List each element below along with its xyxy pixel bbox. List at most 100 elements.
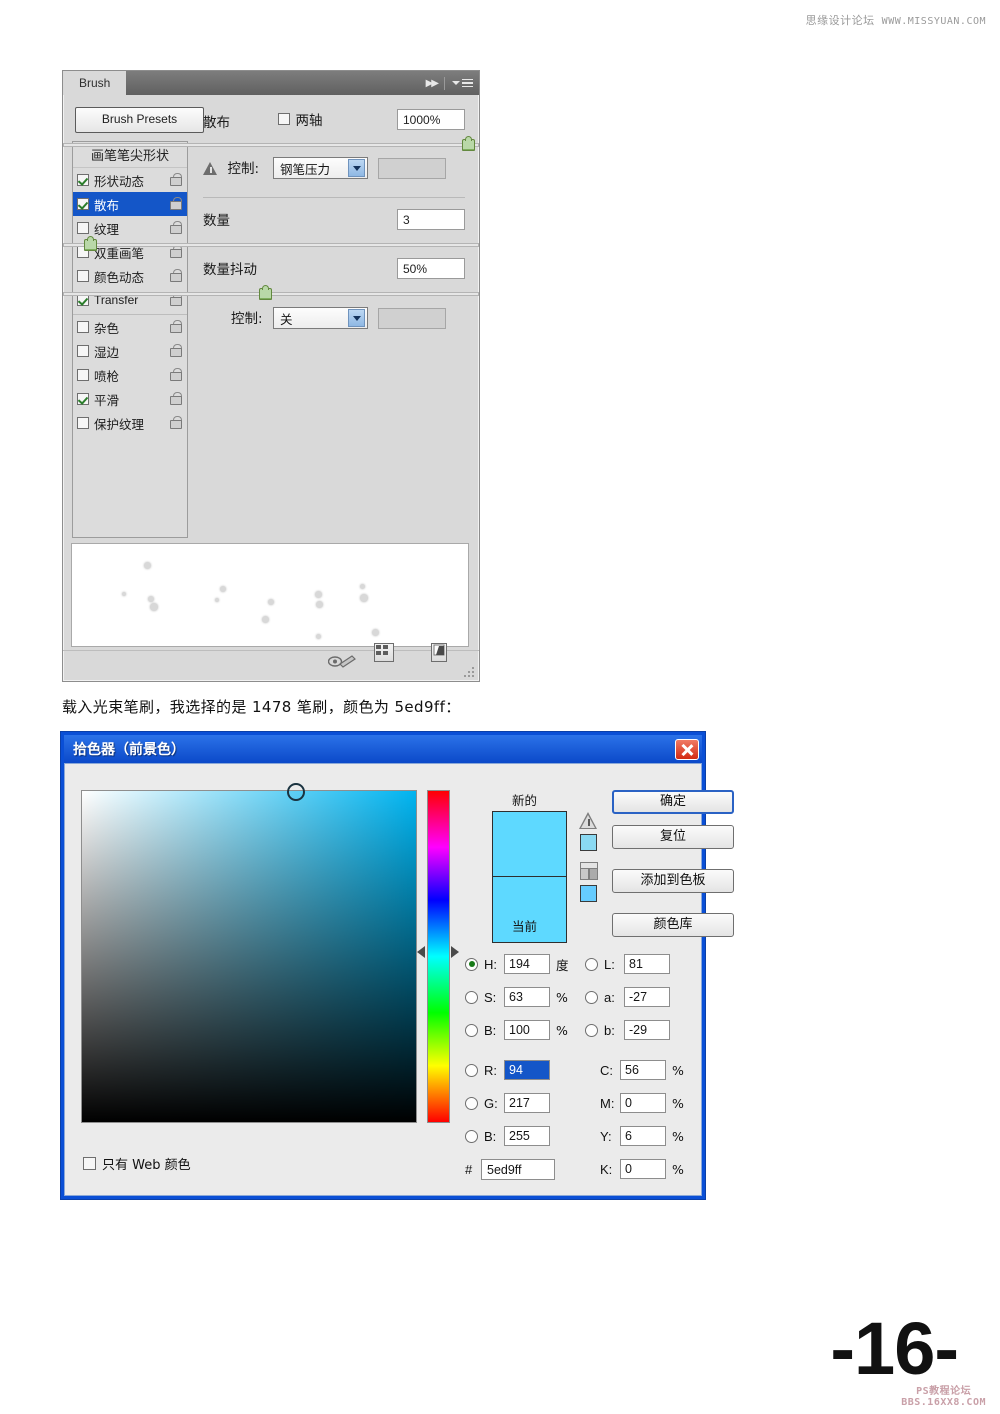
black-input[interactable]: 0: [620, 1159, 666, 1179]
brush-presets-button[interactable]: Brush Presets: [75, 107, 204, 133]
both-axes-toggle[interactable]: 两轴: [278, 109, 322, 129]
lock-icon[interactable]: [170, 416, 182, 429]
sb-cursor-ring[interactable]: [287, 783, 305, 801]
lock-icon[interactable]: [170, 173, 182, 186]
cyan-input[interactable]: 56: [620, 1060, 666, 1080]
gamut-substitute-swatch[interactable]: [580, 834, 597, 851]
yellow-input[interactable]: 6: [620, 1126, 666, 1146]
red-input[interactable]: 94: [504, 1060, 550, 1080]
checkbox-checked-icon[interactable]: [77, 174, 89, 186]
control-dropdown-pen-pressure[interactable]: 钢笔压力: [273, 157, 368, 179]
hsb-row-h[interactable]: H: 194 度: [465, 954, 569, 974]
close-icon[interactable]: [675, 738, 699, 760]
brush-option-row[interactable]: 颜色动态: [73, 264, 187, 288]
color-libraries-button[interactable]: 颜色库: [612, 913, 734, 937]
checkbox-icon[interactable]: [77, 369, 89, 381]
checkbox-icon[interactable]: [83, 1157, 96, 1170]
checkbox-icon[interactable]: [77, 417, 89, 429]
rgb-row-g[interactable]: G: 217: [465, 1093, 550, 1113]
checkbox-icon[interactable]: [77, 321, 89, 333]
checkbox-checked-icon[interactable]: [77, 198, 89, 210]
saturation-input[interactable]: 63: [504, 987, 550, 1007]
cmyk-row-k[interactable]: K: 0 %: [600, 1159, 684, 1179]
radio-icon[interactable]: [465, 1063, 478, 1077]
radio-icon[interactable]: [465, 1096, 478, 1110]
brush-option-row[interactable]: 保护纹理: [73, 411, 187, 435]
collapse-chevrons-icon[interactable]: ▶▶: [426, 78, 439, 89]
count-slider[interactable]: [63, 236, 479, 251]
brush-option-row[interactable]: 散布: [73, 192, 187, 216]
hsb-row-b[interactable]: B: 100 %: [465, 1020, 568, 1040]
brush-option-row[interactable]: 形状动态: [73, 168, 187, 192]
brush-option-row[interactable]: 湿边: [73, 339, 187, 363]
lab-row-a[interactable]: a: -27: [585, 987, 670, 1007]
brush-toggle-icon[interactable]: [327, 654, 356, 674]
brush-option-row[interactable]: 平滑: [73, 387, 187, 411]
radio-icon[interactable]: [585, 957, 598, 971]
rgb-row-r[interactable]: R: 94: [465, 1060, 550, 1080]
hue-slider[interactable]: [427, 790, 450, 1123]
hue-input[interactable]: 194: [504, 954, 550, 974]
lock-icon[interactable]: [170, 368, 182, 381]
add-to-swatches-button[interactable]: 添加到色板: [612, 869, 734, 893]
chevron-down-icon[interactable]: [348, 309, 365, 327]
scatter-slider[interactable]: [63, 136, 479, 151]
checkbox-icon[interactable]: [77, 270, 89, 282]
brush-option-row[interactable]: 喷枪: [73, 363, 187, 387]
ok-button[interactable]: 确定: [612, 790, 734, 814]
radio-icon[interactable]: [465, 990, 478, 1004]
panel-menu-icon[interactable]: [452, 78, 473, 88]
preset-grid-icon[interactable]: [374, 643, 395, 662]
radio-icon[interactable]: [585, 990, 598, 1004]
lock-icon[interactable]: [170, 392, 182, 405]
web-colors-only-toggle[interactable]: 只有 Web 颜色: [83, 1154, 191, 1173]
saturation-brightness-field[interactable]: [81, 783, 417, 1123]
web-safe-warning-icon[interactable]: [580, 862, 598, 880]
hsb-row-s[interactable]: S: 63 %: [465, 987, 568, 1007]
reset-button[interactable]: 复位: [612, 825, 734, 849]
lab-l-input[interactable]: 81: [624, 954, 670, 974]
count-jitter-slider[interactable]: [63, 285, 479, 300]
radio-icon[interactable]: [465, 1129, 478, 1143]
chevron-down-icon[interactable]: [348, 159, 365, 177]
lock-icon[interactable]: [170, 269, 182, 282]
blue-input[interactable]: 255: [504, 1126, 550, 1146]
slider-thumb[interactable]: [83, 236, 97, 251]
checkbox-icon[interactable]: [278, 113, 291, 125]
lab-row-l[interactable]: L: 81: [585, 954, 670, 974]
slider-thumb[interactable]: [462, 136, 476, 151]
brightness-input[interactable]: 100: [504, 1020, 550, 1040]
lock-icon[interactable]: [170, 221, 182, 234]
radio-icon[interactable]: [585, 1023, 598, 1037]
count-value-input[interactable]: 3: [397, 209, 465, 230]
lock-icon[interactable]: [170, 344, 182, 357]
dialog-titlebar[interactable]: 拾色器（前景色）: [64, 735, 702, 763]
magenta-input[interactable]: 0: [620, 1093, 666, 1113]
hex-row[interactable]: # 5ed9ff: [465, 1159, 555, 1180]
brush-option-row[interactable]: 杂色: [73, 314, 187, 339]
cmyk-row-y[interactable]: Y: 6 %: [600, 1126, 684, 1146]
green-input[interactable]: 217: [504, 1093, 550, 1113]
hex-input[interactable]: 5ed9ff: [481, 1159, 555, 1180]
lab-b-input[interactable]: -29: [624, 1020, 670, 1040]
checkbox-checked-icon[interactable]: [77, 393, 89, 405]
lock-icon[interactable]: [170, 197, 182, 210]
control-dropdown-off[interactable]: 关: [273, 307, 368, 329]
websafe-substitute-swatch[interactable]: [580, 885, 597, 902]
lock-icon[interactable]: [170, 320, 182, 333]
cmyk-row-m[interactable]: M: 0 %: [600, 1093, 684, 1113]
count-jitter-value-input[interactable]: 50%: [397, 258, 465, 279]
scatter-value-input[interactable]: 1000%: [397, 109, 465, 130]
resize-grip-icon[interactable]: [464, 667, 475, 678]
checkbox-icon[interactable]: [77, 345, 89, 357]
new-brush-icon[interactable]: [431, 643, 448, 662]
radio-selected-icon[interactable]: [465, 957, 478, 971]
tab-brush[interactable]: Brush: [63, 71, 127, 95]
radio-icon[interactable]: [465, 1023, 478, 1037]
out-of-gamut-warning-icon[interactable]: [579, 812, 598, 829]
cmyk-row-c[interactable]: C: 56 %: [600, 1060, 684, 1080]
lab-a-input[interactable]: -27: [624, 987, 670, 1007]
slider-thumb[interactable]: [258, 285, 272, 300]
checkbox-icon[interactable]: [77, 222, 89, 234]
rgb-row-b[interactable]: B: 255: [465, 1126, 550, 1146]
